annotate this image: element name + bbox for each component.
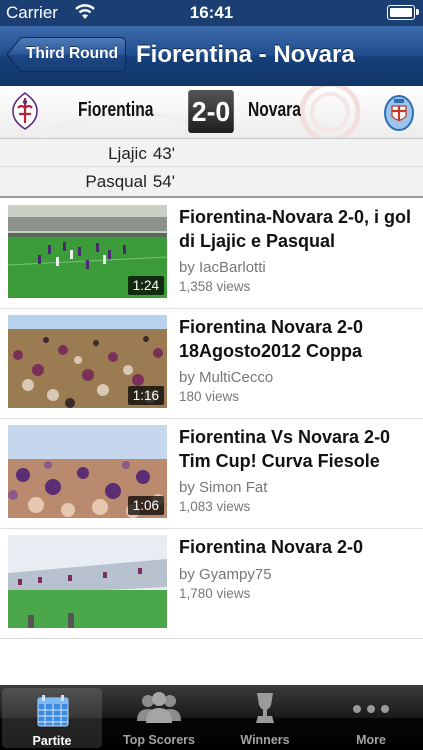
video-item[interactable]: 1:16 Fiorentina Novara 2-0 18Agosto2012 … — [0, 308, 423, 419]
tab-label: Partite — [32, 734, 72, 748]
fiorentina-crest-icon — [12, 92, 38, 130]
video-duration: 1:16 — [127, 386, 164, 405]
video-item[interactable]: Fiorentina Novara 2-0 by Gyampy75 1,780 … — [0, 528, 423, 639]
video-duration: 1:06 — [127, 496, 164, 515]
tab-bar: Partite Top Scorers Winners More — [0, 685, 423, 750]
video-author: by Gyampy75 — [179, 566, 272, 583]
video-author: by IacBarlotti — [179, 259, 266, 276]
divider — [0, 166, 423, 167]
tab-label: Top Scorers — [122, 733, 195, 747]
video-title[interactable]: Fiorentina-Novara 2-0, i gol di Ljajic e… — [179, 205, 417, 253]
video-duration: 1:24 — [127, 276, 164, 295]
scorer-row: Pasqual 54' — [85, 172, 175, 192]
match-score-header: Fiorentina 2-0 Novara — [0, 86, 423, 139]
video-author: by Simon Fat — [179, 479, 268, 496]
scorer-name: Ljajic — [108, 144, 147, 163]
scorer-name: Pasqual — [85, 172, 147, 191]
video-list[interactable]: 1:24 Fiorentina-Novara 2-0, i gol di Lja… — [0, 198, 423, 685]
people-icon — [137, 692, 181, 723]
scorer-minute: 54' — [152, 172, 175, 191]
tab-label: Winners — [240, 733, 290, 747]
tab-winners[interactable]: Winners — [212, 685, 318, 750]
tab-top-scorers[interactable]: Top Scorers — [106, 685, 212, 750]
video-thumbnail[interactable]: 1:24 — [8, 205, 167, 298]
video-thumbnail[interactable]: 1:16 — [8, 315, 167, 408]
page-title: Fiorentina - Novara — [136, 41, 355, 68]
video-thumbnail[interactable]: 1:06 — [8, 425, 167, 518]
score-box: 2-0 — [188, 90, 234, 133]
video-title[interactable]: Fiorentina Novara 2-0 18Agosto2012 Coppa — [179, 315, 417, 363]
tab-label: More — [356, 733, 386, 747]
video-title[interactable]: Fiorentina Novara 2-0 — [179, 535, 417, 559]
video-thumbnail[interactable] — [8, 535, 167, 628]
tab-partite[interactable]: Partite — [2, 688, 102, 748]
status-bar: Carrier 16:41 — [0, 0, 423, 26]
away-team-name: Novara — [248, 99, 301, 121]
home-team-name: Fiorentina — [78, 99, 154, 121]
trophy-icon — [256, 693, 274, 723]
back-button[interactable]: Third Round — [6, 37, 126, 72]
video-author: by MultiCecco — [179, 369, 274, 386]
video-views: 180 views — [179, 389, 240, 404]
more-dots-icon — [353, 705, 389, 713]
novara-crest-icon — [384, 95, 414, 131]
tab-more[interactable]: More — [318, 685, 423, 750]
navigation-bar: Third Round Fiorentina - Novara — [0, 26, 423, 87]
video-views: 1,780 views — [179, 586, 251, 601]
back-button-label: Third Round — [25, 45, 119, 62]
video-title[interactable]: Fiorentina Vs Novara 2-0 Tim Cup! Curva … — [179, 425, 417, 473]
video-views: 1,083 views — [179, 499, 251, 514]
goal-scorers: Ljajic 43' Pasqual 54' — [0, 139, 423, 198]
video-item[interactable]: 1:24 Fiorentina-Novara 2-0, i gol di Lja… — [0, 198, 423, 309]
calendar-icon — [37, 695, 69, 727]
scorer-row: Ljajic 43' — [108, 144, 175, 164]
clock: 16:41 — [189, 3, 234, 22]
video-views: 1,358 views — [179, 279, 251, 294]
battery-icon — [387, 5, 419, 20]
video-item[interactable]: 1:06 Fiorentina Vs Novara 2-0 Tim Cup! C… — [0, 418, 423, 529]
scorer-minute: 43' — [152, 144, 175, 163]
